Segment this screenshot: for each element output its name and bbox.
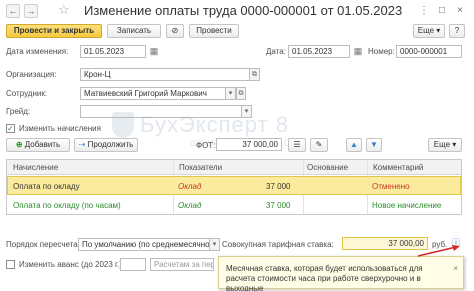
open-icon[interactable]: ⧉ — [250, 68, 260, 81]
extend-button[interactable]: ⇢ Продолжить — [74, 138, 138, 152]
save-button[interactable]: Записать — [107, 24, 161, 38]
table-row[interactable]: Оплата по окладу Оклад 37 000 Отменено — [7, 176, 461, 195]
move-up-icon[interactable]: ▲ — [346, 138, 362, 152]
calculation-field[interactable]: Расчетам за первую поло — [150, 258, 214, 271]
employee-field[interactable]: Матвиевский Григорий Маркович — [80, 87, 226, 100]
plus-icon: ⊕ — [15, 140, 23, 149]
organization-field[interactable]: Крон-Ц — [80, 68, 250, 81]
employee-label: Сотрудник: — [6, 89, 48, 98]
change-accruals-checkbox[interactable]: ✓ — [6, 124, 15, 133]
tariff-rate-label: Совокупная тарифная ставка: — [222, 240, 334, 249]
close-icon[interactable]: × — [454, 5, 466, 17]
advance-field[interactable] — [120, 258, 146, 271]
date-field[interactable]: 01.05.2023 — [288, 45, 350, 58]
recalc-select[interactable]: По умолчанию (по среднемесячному — [78, 238, 210, 251]
forward-arrow-icon[interactable]: → — [24, 4, 38, 18]
comment-cell: Отменено — [372, 182, 410, 191]
edit-icon[interactable]: ✎ — [310, 138, 328, 152]
table-header: Начисление Показатели Основание Коммента… — [7, 160, 461, 175]
change-advance-checkbox[interactable] — [6, 260, 15, 269]
table-more-button[interactable]: Еще ▾ — [428, 138, 462, 152]
calendar-icon[interactable]: ▦ — [352, 45, 364, 58]
change-advance-label: Изменить аванс (до 2023 г.) — [19, 260, 122, 269]
favorite-star-icon[interactable]: ☆ — [58, 2, 70, 18]
tooltip: Месячная ставка, которая будет использов… — [218, 256, 464, 291]
open-icon[interactable]: ⧉ — [236, 87, 246, 100]
header-comment[interactable]: Комментарий — [373, 163, 423, 172]
calendar-icon[interactable]: ▦ — [148, 45, 160, 58]
tooltip-text: Месячная ставка, которая будет использов… — [226, 264, 423, 291]
accrual-cell: Оплата по окладу — [13, 182, 80, 191]
recalc-label: Порядок пересчета: — [6, 240, 80, 249]
table-more-label: Еще — [433, 140, 451, 149]
move-down-icon[interactable]: ▼ — [366, 138, 382, 152]
help-button[interactable]: ? — [449, 24, 465, 38]
watermark: БухЭксперт 8 — [140, 112, 289, 137]
header-accrual[interactable]: Начисление — [13, 163, 58, 172]
accruals-table: Начисление Показатели Основание Коммента… — [6, 159, 462, 215]
more-options-icon[interactable]: ⋮ — [418, 5, 430, 17]
number-field[interactable]: 0000-000001 — [396, 45, 462, 58]
accrual-cell: Оплата по окладу (по часам) — [13, 201, 121, 210]
number-label: Номер: — [368, 47, 395, 56]
add-label: Добавить — [24, 140, 61, 149]
list-icon[interactable]: ☰ — [288, 138, 306, 152]
change-date-label: Дата изменения: — [6, 47, 69, 56]
expand-icon[interactable]: □ — [436, 5, 448, 17]
amount-cell: 37 000 — [266, 201, 291, 210]
more-label: Еще — [417, 26, 435, 35]
date-label: Дата: — [266, 47, 286, 56]
grade-label: Грейд: — [6, 107, 31, 116]
dropdown-icon[interactable]: ▾ — [226, 87, 236, 100]
post-button[interactable]: Провести — [189, 24, 239, 38]
more-button[interactable]: Еще ▾ — [413, 24, 445, 38]
annotation-arrow-icon — [417, 245, 460, 257]
extend-label: Продолжить — [87, 140, 134, 149]
header-indicators[interactable]: Показатели — [179, 163, 222, 172]
change-accruals-label: Изменить начисления — [19, 124, 101, 133]
tooltip-close-icon[interactable]: × — [453, 264, 458, 273]
add-button[interactable]: ⊕ Добавить — [6, 138, 70, 152]
fot-field[interactable]: 37 000,00 — [216, 138, 282, 151]
comment-cell: Новое начисление — [372, 201, 442, 210]
window-title: Изменение оплаты труда 0000-000001 от 01… — [84, 3, 403, 18]
dropdown-icon[interactable]: ▾ — [210, 238, 220, 251]
indicator-cell: Оклад — [178, 182, 202, 191]
organization-label: Организация: — [6, 70, 57, 79]
indicator-cell: Оклад — [178, 201, 202, 210]
back-arrow-icon[interactable]: ← — [6, 4, 20, 18]
amount-cell: 37 000 — [266, 182, 291, 191]
window-titlebar: ← → ☆ Изменение оплаты труда 0000-000001… — [0, 0, 474, 22]
post-and-close-button[interactable]: Провести и закрыть — [6, 24, 102, 38]
table-row[interactable]: Оплата по окладу (по часам) Оклад 37 000… — [7, 196, 461, 215]
attachment-icon[interactable]: ⊘ — [166, 24, 184, 38]
change-date-field[interactable]: 01.05.2023 — [80, 45, 146, 58]
extend-icon: ⇢ — [78, 140, 86, 149]
watermark-shield-icon — [112, 112, 134, 138]
fot-label: ФОТ: — [196, 141, 216, 150]
header-basis[interactable]: Основание — [307, 163, 348, 172]
